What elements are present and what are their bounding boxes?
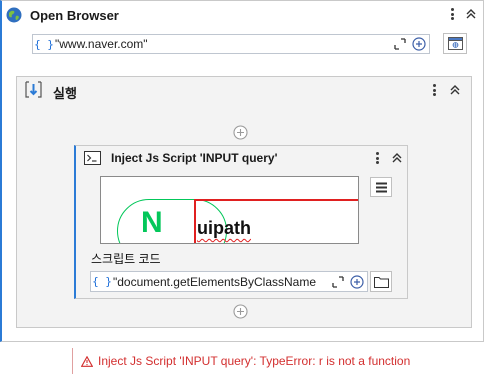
open-browser-header: Open Browser [6,5,119,25]
browser-window-button[interactable] [443,33,467,54]
error-message: Inject Js Script 'INPUT query': TypeErro… [72,348,484,374]
sequence-collapse-icon[interactable] [448,83,462,97]
preview-menu-button[interactable] [370,177,392,197]
script-expand-icon[interactable] [332,275,344,288]
sequence-more-icon[interactable] [429,82,439,98]
globe-icon [6,7,22,23]
expand-editor-icon[interactable] [394,38,406,50]
browser-window-icon [448,37,463,50]
add-activity-bottom-icon[interactable] [233,304,248,319]
add-activity-top-icon[interactable] [233,125,248,140]
preview-input-text: uipath [197,218,251,238]
inject-js-more-icon[interactable] [372,150,382,166]
error-text: Inject Js Script 'INPUT query': TypeErro… [98,354,411,368]
naver-logo: N [141,206,163,239]
sequence-icon [25,81,42,98]
script-code-field[interactable]: { } "document.getElementsByClassName [90,271,368,292]
folder-icon [374,277,389,288]
script-expression-icon: { } [92,275,112,288]
url-value: "www.naver.com" [55,37,148,51]
inject-js-collapse-icon[interactable] [390,151,404,165]
browse-file-button[interactable] [370,271,392,292]
element-preview-image[interactable]: N uipath [100,176,359,244]
script-code-value: "document.getElementsByClassName [113,274,317,289]
url-field[interactable]: { } "www.naver.com" [32,34,430,54]
collapse-chevron-icon[interactable] [464,7,478,21]
add-plus-icon[interactable] [412,37,426,51]
sequence-title: 실행 [53,86,77,101]
script-code-label: 스크립트 코드 [91,252,161,266]
console-icon [84,151,101,165]
hamburger-icon [376,182,387,193]
inject-js-title: Inject Js Script 'INPUT query' [111,151,278,165]
open-browser-more-icon[interactable] [447,6,457,22]
expression-icon: { } [34,37,54,51]
warning-icon [81,355,93,367]
script-add-plus-icon[interactable] [350,274,364,289]
open-browser-title: Open Browser [30,7,119,23]
